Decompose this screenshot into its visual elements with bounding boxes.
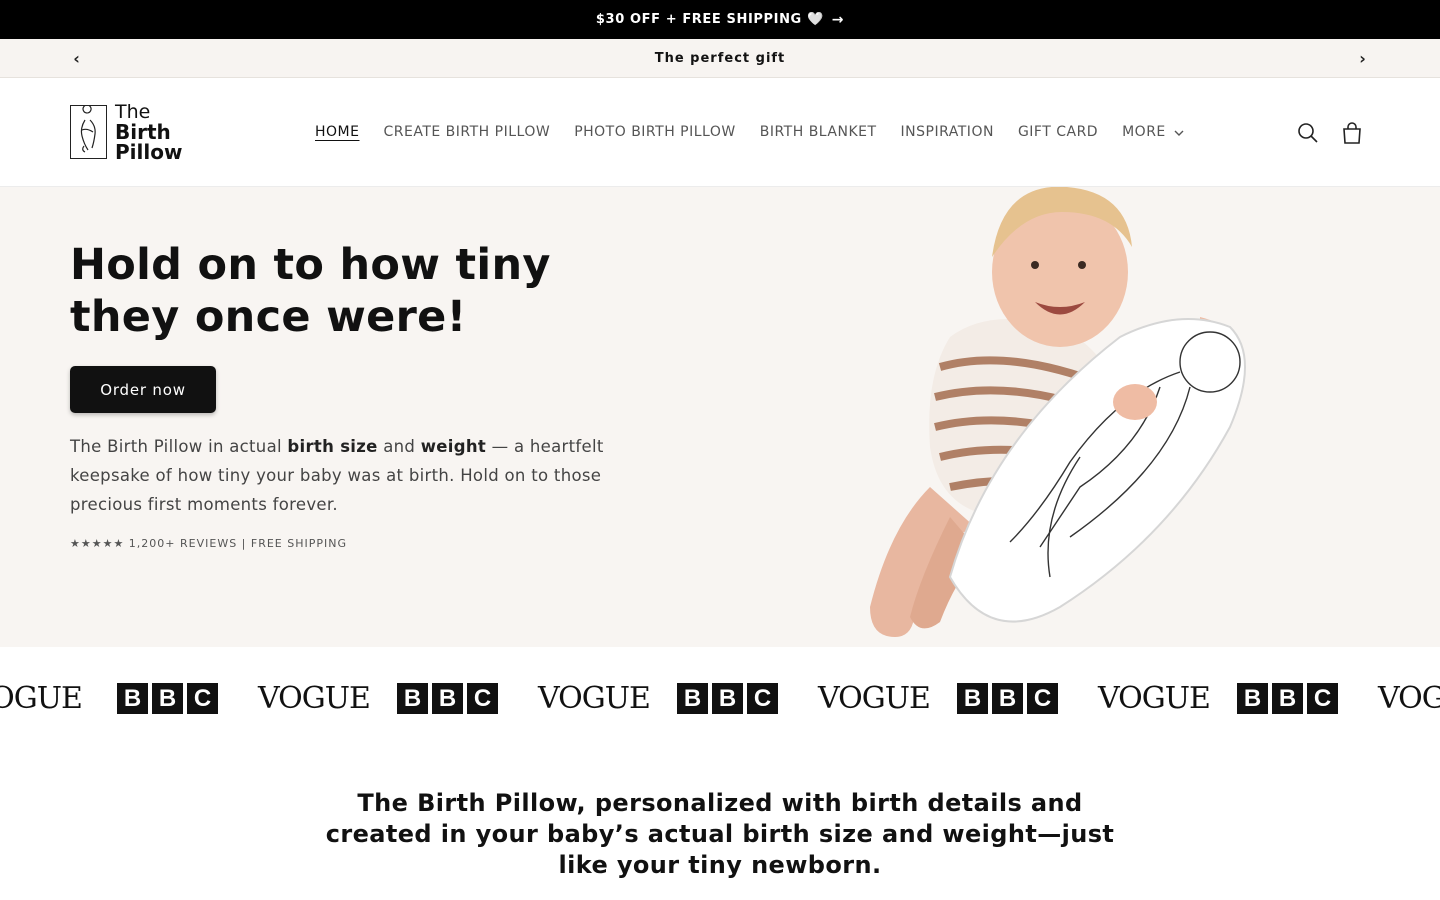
hero-reviews-meta: ★★★★★ 1,200+ REVIEWS | FREE SHIPPING [70,537,348,550]
logo-line-1: The [115,101,151,123]
bbc-logo: BBC [677,683,778,714]
chevron-down-icon [1174,126,1184,139]
bbc-logo: BBC [117,683,218,714]
bbc-letter: C [187,683,218,714]
hero-desc-part: and [377,437,421,456]
cart-icon [1343,122,1361,144]
nav-item-gift-card[interactable]: GIFT CARD [1006,124,1110,140]
section-tagline: The Birth Pillow, personalized with birt… [325,789,1115,879]
nav-item-photo-birth-pillow[interactable]: PHOTO BIRTH PILLOW [562,124,748,140]
bbc-letter: B [677,683,708,714]
hero-banner: Hold on to how tiny they once were! Orde… [0,187,1440,647]
bbc-letter: B [1272,683,1303,714]
vogue-logo: VOGUE [1098,681,1211,716]
logo[interactable]: The Birth Pillow [70,101,240,164]
hero-title: Hold on to how tiny they once were! [70,240,551,342]
vogue-logo: VOGUE [1378,681,1440,716]
search-button[interactable] [1293,118,1323,148]
promo-text: $30 OFF + FREE SHIPPING 🤍 [595,12,824,27]
bbc-letter: C [1307,683,1338,714]
announcement-bar: ‹ The perfect gift › [0,39,1440,78]
baby-with-pillow-image [870,187,1246,637]
bbc-letter: B [1237,683,1268,714]
order-now-button[interactable]: Order now [70,366,216,413]
vogue-logo: VOGUE [538,681,651,716]
chevron-right-icon[interactable]: › [1348,39,1378,77]
nav-item-create-birth-pillow[interactable]: CREATE BIRTH PILLOW [371,124,562,140]
bbc-logo: BBC [397,683,498,714]
bbc-letter: B [992,683,1023,714]
arrow-right-icon: → [831,11,845,28]
logo-line-2: Birth Pillow [115,120,183,164]
bbc-logo: BBC [957,683,1058,714]
baby-outline-icon [70,104,107,159]
bbc-letter: B [397,683,428,714]
search-icon [1298,123,1318,143]
bbc-letter: C [1027,683,1058,714]
bbc-letter: C [467,683,498,714]
bbc-logo: BBC [1237,683,1338,714]
vogue-logo: VOGUE [818,681,931,716]
vogue-logo: VOGUE [0,681,83,716]
nav-item-birth-blanket[interactable]: BIRTH BLANKET [748,124,889,140]
hero-desc-part: The Birth Pillow in actual [70,437,288,456]
site-header: The Birth Pillow HOME CREATE BIRTH PILLO… [0,78,1440,187]
nav-more-label: MORE [1122,124,1166,140]
announcement-text: The perfect gift [654,50,786,66]
bbc-letter: C [747,683,778,714]
bbc-letter: B [957,683,988,714]
hero-desc-bold: birth size [287,437,378,456]
vogue-logo: VOGUE [258,681,371,716]
bbc-letter: B [152,683,183,714]
press-logos-strip: VOGUE BBC VOGUE BBC VOGUE BBC VOGUE BBC … [0,647,1440,747]
promo-bar[interactable]: $30 OFF + FREE SHIPPING 🤍 → [0,0,1440,39]
nav-item-home[interactable]: HOME [303,124,371,140]
nav-item-more[interactable]: MORE [1110,124,1196,140]
bbc-letter: B [712,683,743,714]
hero-desc-bold: weight [420,437,487,456]
bbc-letter: B [432,683,463,714]
main-nav: HOME CREATE BIRTH PILLOW PHOTO BIRTH PIL… [303,78,1196,186]
cart-button[interactable] [1337,118,1367,148]
bbc-letter: B [117,683,148,714]
chevron-left-icon[interactable]: ‹ [62,39,92,77]
nav-item-inspiration[interactable]: INSPIRATION [889,124,1006,140]
hero-description: The Birth Pillow in actual birth size an… [70,432,610,519]
